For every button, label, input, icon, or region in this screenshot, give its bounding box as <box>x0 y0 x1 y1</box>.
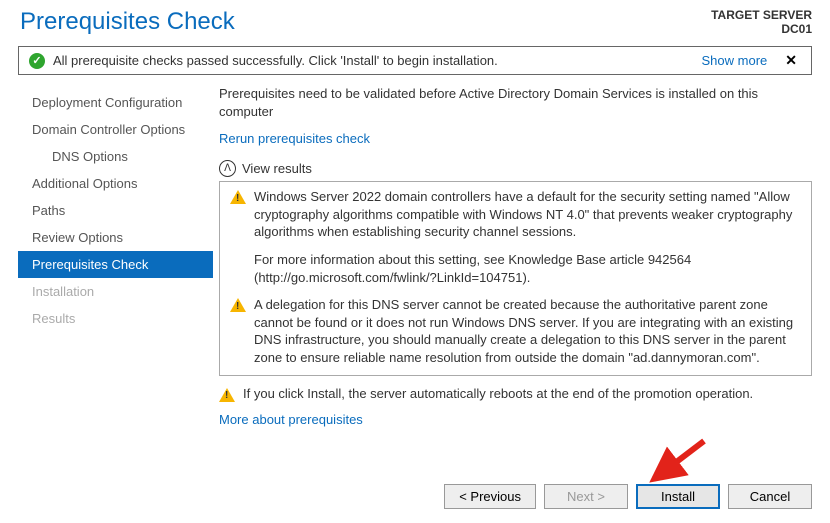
install-button[interactable]: Install <box>636 484 720 509</box>
cancel-button[interactable]: Cancel <box>728 484 812 509</box>
sidebar-item-domain-controller-options[interactable]: Domain Controller Options <box>18 116 213 143</box>
sidebar-item-results: Results <box>18 305 213 332</box>
sidebar-item-deployment-configuration[interactable]: Deployment Configuration <box>18 89 213 116</box>
sidebar-item-installation: Installation <box>18 278 213 305</box>
view-results-toggle[interactable]: ᐱ View results <box>219 160 812 177</box>
warning-text: A delegation for this DNS server cannot … <box>254 296 803 369</box>
footer-warning: If you click Install, the server automat… <box>219 386 812 402</box>
page-title: Prerequisites Check <box>20 8 235 36</box>
view-results-label: View results <box>242 161 312 176</box>
close-icon[interactable]: ✕ <box>781 52 801 69</box>
more-about-prerequisites-link[interactable]: More about prerequisites <box>219 412 812 427</box>
sidebar-item-dns-options[interactable]: DNS Options <box>18 143 213 170</box>
results-panel: Windows Server 2022 domain controllers h… <box>219 181 812 376</box>
show-more-link[interactable]: Show more <box>702 53 768 68</box>
chevron-up-icon: ᐱ <box>219 160 236 177</box>
wizard-steps-sidebar: Deployment Configuration Domain Controll… <box>18 85 213 474</box>
target-server-info: TARGET SERVER DC01 <box>711 8 812 36</box>
status-banner: ✓ All prerequisite checks passed success… <box>18 46 812 75</box>
warning-text: Windows Server 2022 domain controllers h… <box>254 189 792 239</box>
check-icon: ✓ <box>29 53 45 69</box>
sidebar-item-prerequisites-check[interactable]: Prerequisites Check <box>18 251 213 278</box>
warning-icon <box>230 298 246 312</box>
warning-extra-text: For more information about this setting,… <box>254 251 803 286</box>
warning-item: A delegation for this DNS server cannot … <box>230 296 803 369</box>
target-server-name: DC01 <box>711 22 812 36</box>
wizard-button-bar: < Previous Next > Install Cancel <box>0 474 830 523</box>
sidebar-item-additional-options[interactable]: Additional Options <box>18 170 213 197</box>
next-button: Next > <box>544 484 628 509</box>
sidebar-item-paths[interactable]: Paths <box>18 197 213 224</box>
results-scroll-area[interactable]: Windows Server 2022 domain controllers h… <box>230 188 807 369</box>
warning-icon <box>230 190 246 204</box>
rerun-prerequisites-link[interactable]: Rerun prerequisites check <box>219 131 812 146</box>
warning-item: Windows Server 2022 domain controllers h… <box>230 188 803 286</box>
status-message: All prerequisite checks passed successfu… <box>53 53 694 68</box>
intro-text: Prerequisites need to be validated befor… <box>219 85 812 121</box>
previous-button[interactable]: < Previous <box>444 484 536 509</box>
footer-warning-text: If you click Install, the server automat… <box>243 386 753 401</box>
sidebar-item-review-options[interactable]: Review Options <box>18 224 213 251</box>
target-server-label: TARGET SERVER <box>711 8 812 22</box>
warning-icon <box>219 388 235 402</box>
